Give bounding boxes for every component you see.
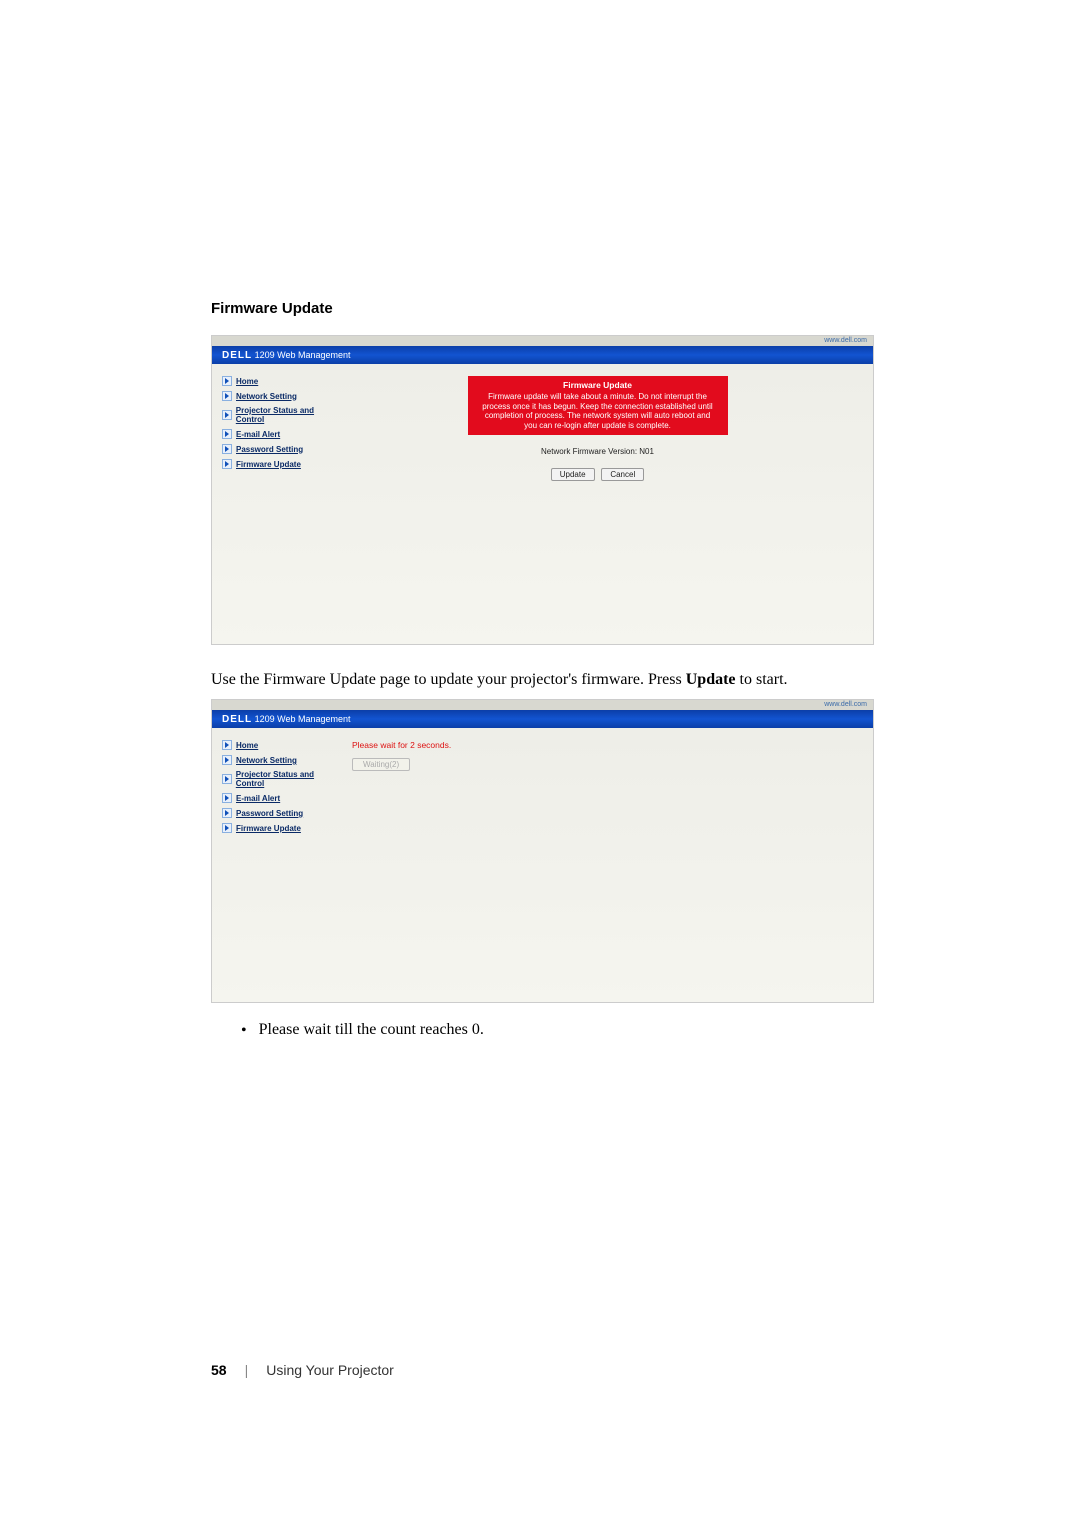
nav-label: Home [236,377,258,386]
web-panel-firmware-update: www.dell.com DELL 1209 Web Management Ho… [211,335,874,645]
panel-header: DELL 1209 Web Management [212,710,873,728]
arrow-right-icon [222,429,232,439]
para-text-pre: Use the Firmware Update page to update y… [211,671,686,688]
bullet-item: • Please wait till the count reaches 0. [241,1021,881,1040]
nav-label: Projector Status and Control [236,770,342,788]
brand-logo: DELL [222,350,252,361]
bullet-dot-icon: • [241,1021,247,1040]
arrow-right-icon [222,391,232,401]
panel-topbar: www.dell.com [212,700,873,710]
bullet-text: Please wait till the count reaches 0. [259,1021,484,1039]
para-text-post: to start. [736,671,788,688]
nav-item-network-setting[interactable]: Network Setting [222,391,342,401]
arrow-right-icon [222,376,232,386]
nav-label: Network Setting [236,392,297,401]
arrow-right-icon [222,774,232,784]
arrow-right-icon [222,793,232,803]
page-number: 58 [211,1362,227,1378]
firmware-version-label: Network Firmware Version: N01 [352,447,843,456]
brand-logo: DELL [222,714,252,725]
nav-item-email-alert[interactable]: E-mail Alert [222,793,342,803]
button-row: Update Cancel [352,468,843,481]
nav-item-password-setting[interactable]: Password Setting [222,444,342,454]
nav-sidebar: Home Network Setting Projector Status an… [222,376,342,634]
web-panel-waiting: www.dell.com DELL 1209 Web Management Ho… [211,699,874,1003]
nav-item-projector-status[interactable]: Projector Status and Control [222,406,342,424]
footer-divider-icon: | [245,1362,249,1378]
nav-item-network-setting[interactable]: Network Setting [222,755,342,765]
arrow-right-icon [222,444,232,454]
nav-label: Network Setting [236,756,297,765]
nav-item-home[interactable]: Home [222,740,342,750]
nav-label: Firmware Update [236,824,301,833]
arrow-right-icon [222,410,232,420]
cancel-button[interactable]: Cancel [601,468,644,481]
arrow-right-icon [222,755,232,765]
nav-label: E-mail Alert [236,430,280,439]
section-title: Firmware Update [211,300,881,317]
panel-header: DELL 1209 Web Management [212,346,873,364]
product-name: 1209 Web Management [255,714,351,724]
arrow-right-icon [222,459,232,469]
nav-item-projector-status[interactable]: Projector Status and Control [222,770,342,788]
waiting-button: Waiting(2) [352,758,410,771]
nav-item-firmware-update[interactable]: Firmware Update [222,459,342,469]
nav-label: Projector Status and Control [236,406,342,424]
arrow-right-icon [222,740,232,750]
arrow-right-icon [222,808,232,818]
nav-item-password-setting[interactable]: Password Setting [222,808,342,818]
arrow-right-icon [222,823,232,833]
nav-label: Password Setting [236,809,303,818]
nav-label: Home [236,741,258,750]
product-name: 1209 Web Management [255,350,351,360]
warning-body: Firmware update will take about a minute… [482,392,712,430]
main-content: Firmware Update Firmware update will tak… [342,376,863,634]
nav-label: Firmware Update [236,460,301,469]
panel-topbar: www.dell.com [212,336,873,346]
wait-text: Please wait for 2 seconds. [352,740,843,750]
update-button[interactable]: Update [551,468,595,481]
nav-label: Password Setting [236,445,303,454]
para-text-bold: Update [686,671,736,688]
warning-title: Firmware Update [482,380,714,390]
nav-item-email-alert[interactable]: E-mail Alert [222,429,342,439]
page-footer: 58 | Using Your Projector [211,1362,394,1378]
nav-sidebar: Home Network Setting Projector Status an… [222,740,342,992]
nav-item-firmware-update[interactable]: Firmware Update [222,823,342,833]
firmware-warning-box: Firmware Update Firmware update will tak… [468,376,728,435]
footer-section-title: Using Your Projector [266,1362,394,1378]
main-content: Please wait for 2 seconds. Waiting(2) [342,740,863,992]
nav-label: E-mail Alert [236,794,280,803]
nav-item-home[interactable]: Home [222,376,342,386]
instruction-paragraph: Use the Firmware Update page to update y… [211,669,881,691]
